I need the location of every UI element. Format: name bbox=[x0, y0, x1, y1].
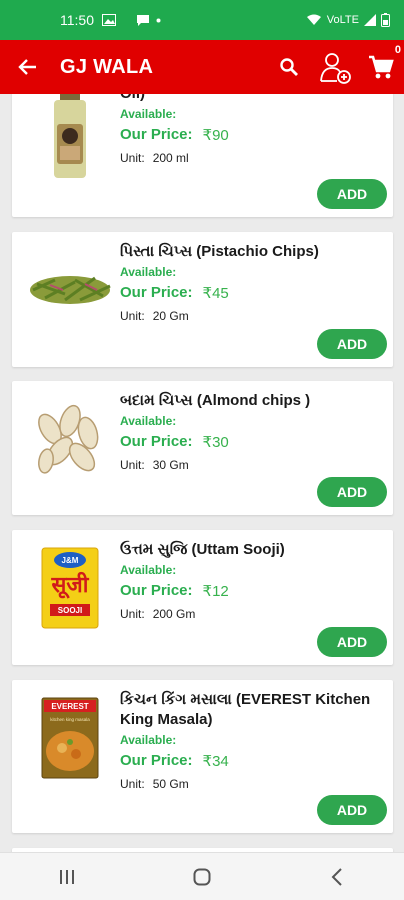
product-name: ઉત્તમ સુજિ (Uttam Sooji) bbox=[120, 541, 285, 558]
product-unit: 200 ml bbox=[152, 151, 189, 165]
product-image bbox=[22, 242, 118, 338]
product-card: બદામ ચિપ્સ (Almond chips ) Available: Ou… bbox=[12, 381, 393, 515]
unit-label: Unit: bbox=[120, 309, 145, 323]
unit-label: Unit: bbox=[120, 151, 145, 165]
battery-icon bbox=[381, 13, 390, 27]
add-to-cart-button[interactable]: ADD bbox=[317, 329, 387, 359]
account-button[interactable] bbox=[312, 40, 358, 94]
product-unit: 200 Gm bbox=[152, 607, 196, 621]
product-list[interactable]: Oil) Available: Our Price: ₹90 Unit: 200… bbox=[0, 94, 404, 852]
almond-chips-image bbox=[38, 404, 99, 474]
status-time: 11:50 bbox=[60, 12, 94, 28]
product-unit: 20 Gm bbox=[152, 309, 189, 323]
our-price-label: Our Price: bbox=[120, 126, 193, 143]
unit-label: Unit: bbox=[120, 777, 145, 791]
product-name: કિચન કિંગ મસાલા (EVEREST Kitchen King Ma… bbox=[120, 691, 371, 728]
availability-label: Available: bbox=[120, 414, 177, 428]
sooji-brand-text: J&M bbox=[62, 556, 79, 565]
app-bar: GJ WALA 0 bbox=[0, 40, 404, 94]
message-icon bbox=[137, 14, 149, 26]
product-name: પિસ્તા ચિપ્સ (Pistachio Chips) bbox=[120, 243, 319, 260]
availability-label: Available: bbox=[120, 563, 177, 577]
add-to-cart-button[interactable]: ADD bbox=[317, 795, 387, 825]
sooji-packet-image: J&M सूजी SOOJI bbox=[41, 547, 99, 629]
product-card: Oil) Available: Our Price: ₹90 Unit: 200… bbox=[12, 94, 393, 217]
product-price: ₹30 bbox=[202, 434, 229, 451]
product-unit: 50 Gm bbox=[152, 777, 189, 791]
product-image: EVEREST kitchen king masala bbox=[22, 690, 118, 786]
chevron-left-icon bbox=[331, 867, 342, 886]
home-button[interactable] bbox=[172, 857, 232, 897]
product-card: પિસ્તા ચિપ્સ (Pistachio Chips) Available… bbox=[12, 232, 393, 367]
sooji-label-text: SOOJI bbox=[58, 606, 82, 615]
product-image bbox=[22, 391, 118, 487]
gallery-icon bbox=[102, 14, 116, 26]
product-price: ₹90 bbox=[202, 127, 229, 144]
our-price-label: Our Price: bbox=[120, 284, 193, 301]
product-unit: 30 Gm bbox=[152, 458, 189, 472]
wifi-icon bbox=[306, 14, 321, 25]
product-name: Oil) bbox=[120, 94, 383, 104]
back-button[interactable] bbox=[0, 40, 56, 94]
add-to-cart-button[interactable]: ADD bbox=[317, 627, 387, 657]
pistachio-chips-image bbox=[30, 276, 111, 304]
product-card: EVEREST kitchen king masala કિચન કિંગ મસ… bbox=[12, 680, 393, 833]
recent-apps-icon bbox=[60, 869, 75, 884]
add-to-cart-button[interactable]: ADD bbox=[317, 477, 387, 507]
unit-label: Unit: bbox=[120, 607, 145, 621]
arrow-left-icon bbox=[18, 59, 36, 75]
everest-brand-text: EVEREST bbox=[51, 702, 88, 711]
availability-label: Available: bbox=[120, 265, 177, 279]
back-nav-button[interactable] bbox=[307, 857, 367, 897]
hair-oil-bottle-image bbox=[54, 94, 86, 178]
sooji-hindi-text: सूजी bbox=[51, 571, 90, 599]
search-button[interactable] bbox=[266, 40, 312, 94]
add-user-icon bbox=[320, 53, 351, 84]
availability-label: Available: bbox=[120, 107, 177, 121]
add-to-cart-button[interactable]: ADD bbox=[317, 179, 387, 209]
product-card: J&M सूजी SOOJI ઉત્તમ સુજિ (Uttam Sooji) … bbox=[12, 530, 393, 665]
home-icon bbox=[193, 868, 211, 885]
availability-label: Available: bbox=[120, 733, 177, 747]
product-image: J&M सूजी SOOJI bbox=[22, 540, 118, 636]
product-image bbox=[22, 94, 118, 180]
product-price: ₹34 bbox=[202, 753, 229, 770]
product-price: ₹45 bbox=[202, 285, 229, 302]
unit-label: Unit: bbox=[120, 458, 145, 472]
cart-icon bbox=[369, 55, 394, 79]
status-bar: 11:50 VoLTE bbox=[0, 0, 404, 40]
everest-sub-text: kitchen king masala bbox=[50, 717, 90, 722]
recent-apps-button[interactable] bbox=[37, 857, 97, 897]
network-label: VoLTE bbox=[326, 14, 359, 26]
cart-count-badge: 0 bbox=[394, 44, 401, 56]
app-title: GJ WALA bbox=[60, 55, 154, 78]
product-price: ₹12 bbox=[202, 583, 229, 600]
our-price-label: Our Price: bbox=[120, 582, 193, 599]
signal-icon bbox=[364, 14, 376, 26]
everest-masala-box-image: EVEREST kitchen king masala bbox=[41, 697, 99, 779]
our-price-label: Our Price: bbox=[120, 752, 193, 769]
dot-icon bbox=[156, 18, 161, 22]
search-icon bbox=[280, 58, 298, 76]
product-name: બદામ ચિપ્સ (Almond chips ) bbox=[120, 392, 311, 409]
system-nav-bar bbox=[0, 852, 404, 900]
our-price-label: Our Price: bbox=[120, 433, 193, 450]
